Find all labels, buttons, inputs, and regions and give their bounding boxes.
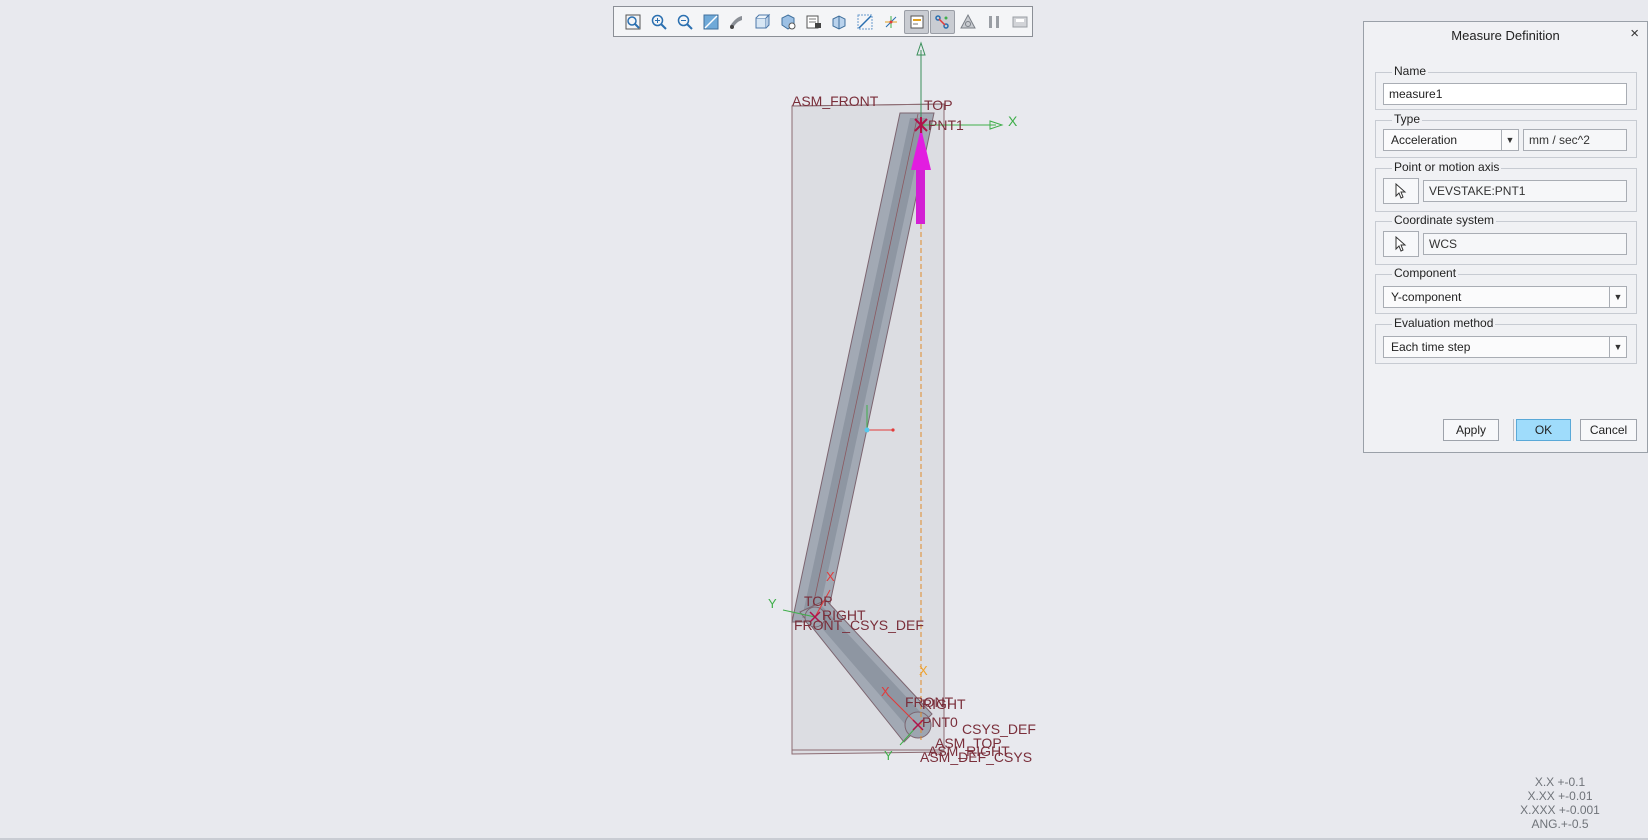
name-label: Name	[1392, 64, 1429, 78]
asm-def-csys-label: ASM_DEF_CSYS	[920, 749, 1032, 765]
name-input[interactable]: measure1	[1383, 83, 1627, 105]
chevron-down-icon: ▼	[1501, 130, 1518, 150]
perspective-icon[interactable]	[827, 10, 852, 34]
button-divider	[1513, 419, 1514, 441]
cancel-button[interactable]: Cancel	[1580, 419, 1637, 441]
x-axis-label: X	[1008, 113, 1018, 129]
right-bottom-label: RIGHT	[922, 696, 966, 712]
evaluation-value: Each time step	[1391, 340, 1471, 354]
zoom-out-icon[interactable]	[673, 10, 698, 34]
pnt1-label: PNT1	[928, 117, 964, 133]
close-icon[interactable]: ×	[1630, 25, 1639, 42]
spin-center-icon[interactable]	[1007, 10, 1032, 34]
dialog-title: Measure Definition	[1451, 28, 1560, 43]
repaint-icon[interactable]	[698, 10, 723, 34]
graphics-toolbar	[613, 6, 1033, 37]
select-csys-button[interactable]	[1383, 231, 1419, 257]
lower-x-label: X	[826, 569, 835, 584]
component-value: Y-component	[1391, 290, 1462, 304]
tolerance-one-decimal: X.X +-0.1	[1534, 775, 1586, 789]
chevron-down-icon: ▼	[1609, 337, 1626, 357]
pause-icon[interactable]	[982, 10, 1007, 34]
refit-icon[interactable]	[621, 10, 646, 34]
bottom-x-label: X	[881, 684, 890, 699]
evaluation-group: Evaluation method Each time step ▼	[1375, 316, 1637, 364]
apply-button[interactable]: Apply	[1443, 419, 1499, 441]
view-manager-icon[interactable]	[776, 10, 801, 34]
orange-x-label: X	[919, 663, 928, 678]
front-csys-def-label: FRONT_CSYS_DEF	[794, 617, 924, 633]
component-group: Component Y-component ▼	[1375, 266, 1637, 314]
csys-group: Coordinate system WCS	[1375, 213, 1637, 265]
measure-definition-dialog: Measure Definition × Name measure1 Type …	[1363, 21, 1648, 453]
bottom-y-label: Y	[884, 748, 893, 763]
saved-orientations-icon[interactable]	[750, 10, 775, 34]
pnt0-label: PNT0	[922, 714, 958, 730]
asm-front-label: ASM_FRONT	[792, 93, 879, 109]
name-group: Name measure1	[1375, 64, 1637, 110]
display-style-icon[interactable]	[724, 10, 749, 34]
top-plane-label: TOP	[924, 97, 953, 113]
zoom-in-icon[interactable]	[647, 10, 672, 34]
type-group: Type Acceleration ▼ mm / sec^2	[1375, 112, 1637, 158]
select-point-button[interactable]	[1383, 178, 1419, 204]
unit-field: mm / sec^2	[1523, 129, 1627, 151]
type-dropdown[interactable]: Acceleration ▼	[1383, 129, 1519, 151]
cursor-arrow-icon	[1395, 183, 1407, 199]
csys-label: Coordinate system	[1392, 213, 1497, 227]
tolerance-three-decimal: X.XXX +-0.001	[1520, 803, 1600, 817]
cursor-arrow-icon	[1395, 236, 1407, 252]
tolerance-table: X.X +-0.1 X.XX +-0.01 X.XXX +-0.001 ANG.…	[1500, 775, 1620, 831]
datum-display-icon[interactable]	[879, 10, 904, 34]
named-views-icon[interactable]	[801, 10, 826, 34]
ok-button[interactable]: OK	[1516, 419, 1571, 441]
evaluation-label: Evaluation method	[1392, 316, 1496, 330]
lower-y-label: Y	[768, 596, 777, 611]
tolerance-angle: ANG.+-0.5	[1531, 817, 1589, 831]
point-group: Point or motion axis VEVSTAKE:PNT1	[1375, 160, 1637, 212]
point-label: Point or motion axis	[1392, 160, 1502, 174]
mechanism-display-icon[interactable]	[904, 9, 929, 34]
csys-field[interactable]: WCS	[1423, 233, 1627, 255]
component-dropdown[interactable]: Y-component ▼	[1383, 286, 1627, 308]
shading-icon[interactable]	[956, 10, 981, 34]
component-label: Component	[1392, 266, 1459, 280]
point-field[interactable]: VEVSTAKE:PNT1	[1423, 180, 1627, 202]
type-label: Type	[1392, 112, 1423, 126]
graphics-viewport[interactable]: X ASM_FRONT TOP PNT1 X Y TOP RIGHT FRONT…	[0, 0, 1360, 838]
type-value: Acceleration	[1391, 133, 1458, 147]
tolerance-two-decimal: X.XX +-0.01	[1527, 789, 1593, 803]
evaluation-dropdown[interactable]: Each time step ▼	[1383, 336, 1627, 358]
chevron-down-icon: ▼	[1609, 287, 1626, 307]
motion-icon[interactable]	[930, 9, 955, 34]
annotation-display-icon[interactable]	[853, 10, 878, 34]
